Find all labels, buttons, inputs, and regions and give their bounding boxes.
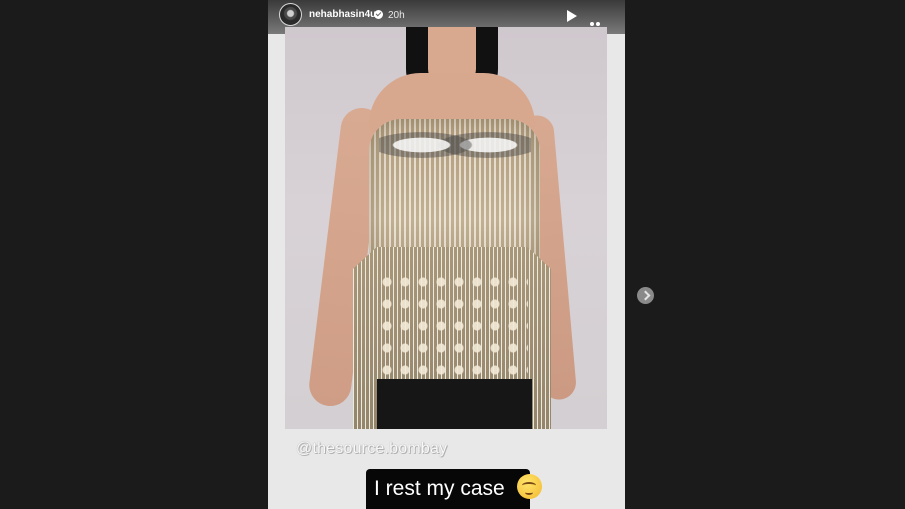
more-options-icon[interactable] — [590, 13, 606, 44]
story-viewer: nehabhasin4u 20h @thesource.bombay I res… — [0, 0, 905, 509]
story-card[interactable]: nehabhasin4u 20h @thesource.bombay I res… — [268, 0, 625, 509]
username[interactable]: nehabhasin4u — [309, 9, 376, 20]
story-timestamp: 20h — [388, 10, 405, 21]
story-photo — [285, 27, 607, 429]
story-caption: I rest my case — [366, 469, 542, 509]
play-icon[interactable] — [567, 10, 577, 22]
next-story-button[interactable] — [637, 287, 654, 304]
pearl-embellishments — [378, 271, 528, 381]
verified-badge-icon — [374, 10, 383, 19]
story-mention[interactable]: @thesource.bombay — [296, 440, 447, 458]
black-pants — [377, 379, 532, 429]
avatar[interactable] — [279, 3, 302, 26]
relieved-face-icon — [516, 474, 542, 499]
corset-cups — [379, 117, 531, 173]
caption-text: I rest my case — [374, 477, 505, 501]
